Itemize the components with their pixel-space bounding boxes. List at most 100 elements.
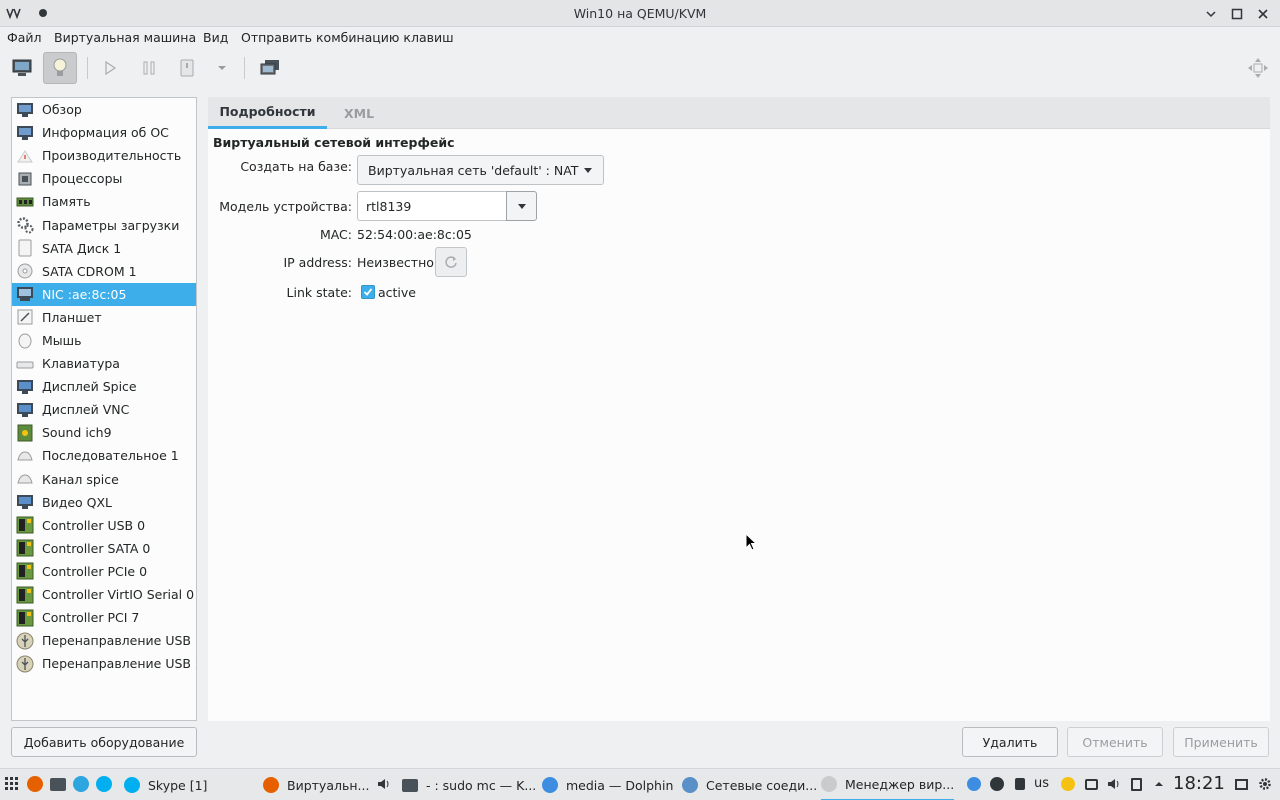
apply-button[interactable]: Применить: [1173, 727, 1269, 757]
sidebar-item[interactable]: Планшет: [12, 306, 196, 329]
tab-details[interactable]: Подробности: [208, 97, 327, 129]
maximize-button[interactable]: [1228, 5, 1245, 22]
refresh-icon: [445, 256, 457, 268]
sidebar-item[interactable]: Последовательное 1: [12, 444, 196, 467]
sidebar-item[interactable]: Канал spice: [12, 468, 196, 491]
section-title: Виртуальный сетевой интерфейс: [213, 135, 455, 150]
sidebar-item[interactable]: Производительность: [12, 144, 196, 167]
mouse-icon: [15, 331, 34, 350]
sidebar-item-label: Controller PCI 7: [42, 610, 140, 626]
add-hardware-button[interactable]: Добавить оборудование: [11, 727, 197, 757]
tray-expand-button[interactable]: [1151, 776, 1167, 792]
task-virt-manager[interactable]: Менеджер вир...: [821, 769, 955, 800]
monitor-icon: [15, 123, 34, 142]
refresh-ip-button[interactable]: [435, 247, 467, 277]
disk-icon: [15, 239, 34, 258]
notification-tray-icon[interactable]: [966, 776, 982, 792]
task-terminal[interactable]: - : sudo mc — K...: [402, 769, 536, 800]
sidebar-item[interactable]: Перенаправление USB 2: [12, 652, 196, 675]
sidebar-item-label: NIC :ae:8c:05: [42, 286, 127, 302]
phone-tray-icon[interactable]: [1060, 776, 1076, 792]
lock-tray-icon[interactable]: [1012, 776, 1028, 792]
sidebar-item[interactable]: Дисплей VNC: [12, 398, 196, 421]
task-network-connections[interactable]: Сетевые соеди...: [682, 769, 817, 800]
snapshots-button[interactable]: [253, 52, 287, 84]
show-desktop-button[interactable]: [1233, 776, 1249, 792]
cancel-button[interactable]: Отменить: [1067, 727, 1163, 757]
tab-xml[interactable]: XML: [344, 97, 374, 129]
sidebar-item[interactable]: SATA CDROM 1: [12, 260, 196, 283]
device-model-input[interactable]: rtl8139: [357, 191, 507, 221]
sidebar-item[interactable]: Клавиатура: [12, 352, 196, 375]
sidebar-item-label: Мышь: [42, 332, 82, 348]
network-source-dropdown[interactable]: Виртуальная сеть 'default' : NAT: [357, 155, 604, 185]
audio-playing-indicator[interactable]: [376, 776, 392, 792]
sidebar-item[interactable]: Мышь: [12, 329, 196, 352]
details-view-button[interactable]: [43, 52, 77, 84]
device-model-dropdown-button[interactable]: [506, 191, 537, 221]
clock[interactable]: 18:21: [1173, 773, 1225, 794]
chevron-down-icon: [584, 168, 592, 173]
task-label: Сетевые соеди...: [706, 777, 818, 793]
sidebar-item-label: Память: [42, 194, 91, 210]
network-connections-icon: [682, 777, 698, 793]
monitor-icon: [15, 100, 34, 119]
pause-button[interactable]: [132, 52, 166, 84]
volume-tray-icon[interactable]: [1106, 776, 1122, 792]
task-dolphin[interactable]: media — Dolphin: [542, 769, 673, 800]
keyboard-icon: [15, 354, 34, 373]
menu-view[interactable]: Вид: [203, 30, 228, 45]
terminal-launcher[interactable]: [50, 776, 66, 792]
display-icon: [15, 377, 34, 396]
link-state-checkbox[interactable]: [361, 285, 375, 299]
sidebar-item[interactable]: NIC :ae:8c:05: [12, 282, 196, 306]
sidebar-item[interactable]: Параметры загрузки: [12, 213, 196, 236]
task-skype[interactable]: Skype [1]: [124, 769, 207, 800]
run-button[interactable]: [93, 52, 127, 84]
keyboard-layout-indicator[interactable]: us: [1034, 776, 1049, 791]
cdrom-icon: [15, 262, 34, 281]
messages-tray-icon[interactable]: [1083, 776, 1099, 792]
remove-button[interactable]: Удалить: [962, 727, 1058, 757]
sidebar-item[interactable]: Видео QXL: [12, 491, 196, 514]
sidebar-item[interactable]: Controller SATA 0: [12, 537, 196, 560]
menu-vm[interactable]: Виртуальная машина: [54, 30, 196, 45]
media-player-tray-icon[interactable]: [989, 776, 1005, 792]
cpu-icon: [15, 169, 34, 188]
app-launcher-button[interactable]: [4, 776, 20, 792]
firefox-launcher[interactable]: [27, 776, 43, 792]
chevron-down-icon: [518, 204, 526, 209]
sidebar-item[interactable]: Обзор: [12, 98, 196, 121]
sidebar-item[interactable]: Перенаправление USB 1: [12, 629, 196, 652]
shutdown-button[interactable]: [170, 52, 204, 84]
sidebar-item[interactable]: Память: [12, 190, 196, 213]
usb-icon: [15, 631, 34, 650]
telegram-launcher[interactable]: [73, 776, 89, 792]
sidebar-item[interactable]: Controller USB 0: [12, 514, 196, 537]
sidebar-item[interactable]: Controller PCIe 0: [12, 560, 196, 583]
shutdown-menu-button[interactable]: [205, 52, 239, 84]
skype-launcher[interactable]: [96, 776, 112, 792]
gear-icon: [1259, 778, 1271, 790]
sidebar-item[interactable]: SATA Диск 1: [12, 237, 196, 260]
task-firefox[interactable]: Виртуальн...: [263, 769, 369, 800]
sidebar-item[interactable]: Информация об ОС: [12, 121, 196, 144]
sidebar-item[interactable]: Дисплей Spice: [12, 375, 196, 398]
settings-tray-icon[interactable]: [1257, 776, 1273, 792]
sidebar-item[interactable]: Controller VirtIO Serial 0: [12, 583, 196, 606]
close-button[interactable]: [1254, 5, 1271, 22]
console-view-button[interactable]: [5, 52, 39, 84]
sidebar-item[interactable]: Процессоры: [12, 167, 196, 190]
task-label: media — Dolphin: [566, 777, 674, 793]
menu-send-key[interactable]: Отправить комбинацию клавиш: [241, 30, 454, 45]
clipboard-tray-icon[interactable]: [1128, 776, 1144, 792]
fullscreen-button[interactable]: [1241, 52, 1275, 84]
sidebar-item[interactable]: Sound ich9: [12, 421, 196, 444]
sidebar-item-label: Дисплей VNC: [42, 402, 130, 418]
menu-file[interactable]: Файл: [7, 30, 42, 45]
minimize-button[interactable]: [1202, 5, 1219, 22]
sidebar-item[interactable]: Controller PCI 7: [12, 606, 196, 629]
sidebar-item-label: Перенаправление USB 2: [42, 656, 197, 672]
toolbar-separator: [244, 57, 245, 79]
play-circle-icon: [990, 777, 1004, 791]
